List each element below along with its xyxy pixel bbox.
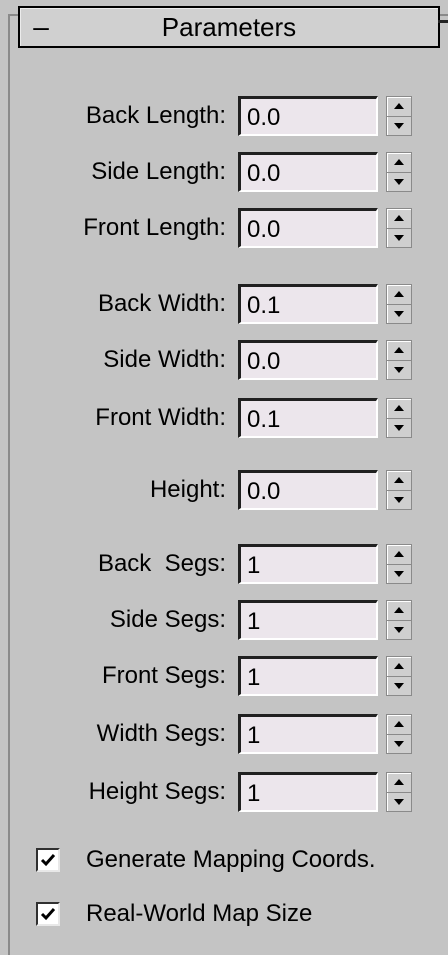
spinner-up-icon[interactable]	[387, 285, 411, 305]
side-width-label: Side Width:	[103, 346, 226, 373]
front-length-label: Front Length:	[83, 214, 226, 241]
side-segs-input[interactable]: 1	[238, 600, 378, 640]
real-world-map-size-label: Real-World Map Size	[86, 900, 313, 927]
param-row-front-segs: Front Segs: 1	[0, 656, 448, 702]
height-segs-input[interactable]: 1	[238, 772, 378, 812]
checkmark-icon	[40, 854, 56, 867]
spinner-up-icon[interactable]	[387, 773, 411, 793]
side-width-input[interactable]: 0.0	[238, 340, 378, 380]
param-row-side-width: Side Width: 0.0	[0, 340, 448, 386]
side-segs-label: Side Segs:	[109, 606, 226, 633]
spinner-up-icon[interactable]	[387, 399, 411, 419]
checkbox-box[interactable]	[36, 848, 60, 872]
spinner-up-icon[interactable]	[387, 341, 411, 361]
front-width-label: Front Width:	[95, 404, 226, 431]
front-segs-input[interactable]: 1	[238, 656, 378, 696]
back-width-spinner[interactable]	[386, 284, 412, 324]
back-length-input[interactable]: 0.0	[238, 96, 378, 136]
rollout-header[interactable]: – Parameters	[18, 6, 440, 48]
front-segs-spinner[interactable]	[386, 656, 412, 696]
spinner-down-icon[interactable]	[387, 419, 411, 438]
side-length-input[interactable]: 0.0	[238, 152, 378, 192]
height-segs-spinner[interactable]	[386, 772, 412, 812]
spinner-down-icon[interactable]	[387, 565, 411, 584]
spinner-up-icon[interactable]	[387, 601, 411, 621]
param-row-front-width: Front Width: 0.1	[0, 398, 448, 444]
spinner-down-icon[interactable]	[387, 173, 411, 192]
spinner-up-icon[interactable]	[387, 97, 411, 117]
spinner-up-icon[interactable]	[387, 715, 411, 735]
front-width-input[interactable]: 0.1	[238, 398, 378, 438]
param-row-side-segs: Side Segs: 1	[0, 600, 448, 646]
spinner-down-icon[interactable]	[387, 361, 411, 380]
spinner-up-icon[interactable]	[387, 209, 411, 229]
param-row-back-length: Back Length: 0.0	[0, 96, 448, 142]
back-length-spinner[interactable]	[386, 96, 412, 136]
spinner-down-icon[interactable]	[387, 621, 411, 640]
back-length-label: Back Length:	[85, 102, 226, 129]
generate-mapping-coords-label: Generate Mapping Coords.	[86, 846, 376, 873]
width-segs-input[interactable]: 1	[238, 714, 378, 754]
side-length-label: Side Length:	[91, 158, 226, 185]
front-width-spinner[interactable]	[386, 398, 412, 438]
param-row-height: Height: 0.0	[0, 470, 448, 516]
spinner-down-icon[interactable]	[387, 793, 411, 812]
back-segs-input[interactable]: 1	[238, 544, 378, 584]
front-segs-label: Front Segs:	[101, 662, 226, 689]
height-segs-label: Height Segs:	[88, 778, 226, 805]
height-spinner[interactable]	[386, 470, 412, 510]
spinner-down-icon[interactable]	[387, 735, 411, 754]
param-row-side-length: Side Length: 0.0	[0, 152, 448, 198]
front-length-spinner[interactable]	[386, 208, 412, 248]
spinner-down-icon[interactable]	[387, 305, 411, 324]
spinner-down-icon[interactable]	[387, 677, 411, 696]
width-segs-label: Width Segs:	[96, 720, 226, 747]
collapse-toggle-button[interactable]: –	[26, 13, 56, 41]
param-row-back-segs: Back Segs: 1	[0, 544, 448, 590]
back-width-label: Back Width:	[97, 290, 226, 317]
checkbox-box[interactable]	[36, 902, 60, 926]
back-width-input[interactable]: 0.1	[238, 284, 378, 324]
side-length-spinner[interactable]	[386, 152, 412, 192]
front-length-input[interactable]: 0.0	[238, 208, 378, 248]
width-segs-spinner[interactable]	[386, 714, 412, 754]
param-row-width-segs: Width Segs: 1	[0, 714, 448, 760]
generate-mapping-coords-checkbox[interactable]: Generate Mapping Coords.	[36, 842, 376, 878]
height-input[interactable]: 0.0	[238, 470, 378, 510]
spinner-up-icon[interactable]	[387, 153, 411, 173]
param-row-height-segs: Height Segs: 1	[0, 772, 448, 818]
rollout-title: Parameters	[161, 11, 297, 42]
spinner-down-icon[interactable]	[387, 229, 411, 248]
spinner-up-icon[interactable]	[387, 471, 411, 491]
spinner-down-icon[interactable]	[387, 491, 411, 510]
side-segs-spinner[interactable]	[386, 600, 412, 640]
spinner-down-icon[interactable]	[387, 117, 411, 136]
spinner-up-icon[interactable]	[387, 657, 411, 677]
real-world-map-size-checkbox[interactable]: Real-World Map Size	[36, 896, 312, 932]
side-width-spinner[interactable]	[386, 340, 412, 380]
back-segs-spinner[interactable]	[386, 544, 412, 584]
param-row-back-width: Back Width: 0.1	[0, 284, 448, 330]
param-row-front-length: Front Length: 0.0	[0, 208, 448, 254]
header-edge-mark	[438, 20, 448, 23]
back-segs-label: Back Segs:	[97, 550, 226, 577]
spinner-up-icon[interactable]	[387, 545, 411, 565]
height-label: Height:	[149, 476, 226, 503]
checkmark-icon	[40, 908, 56, 921]
